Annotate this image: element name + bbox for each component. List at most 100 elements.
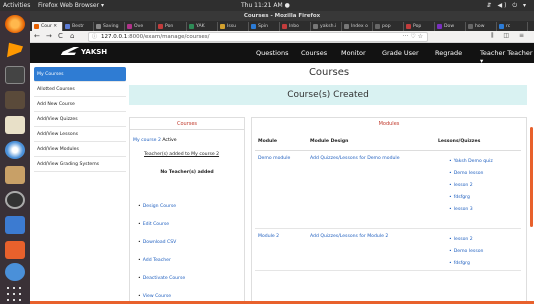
design-course-link[interactable]: Design Course — [138, 204, 176, 209]
browser-tab[interactable]: Index o — [342, 22, 373, 31]
info-icon[interactable]: ⓘ — [92, 33, 97, 41]
tab-label: Dow — [444, 24, 455, 29]
browser-tab[interactable]: yaksh.i — [311, 22, 342, 31]
add-teacher-link[interactable]: Add Teacher — [138, 258, 171, 263]
site-logo[interactable]: YAKSH — [63, 47, 107, 56]
module-link[interactable]: Demo module — [258, 156, 290, 161]
nav-regrade[interactable]: Regrade — [435, 49, 462, 57]
reload-button[interactable]: C — [58, 32, 63, 40]
course-name-link[interactable]: My course 2 — [133, 138, 161, 143]
tab-label: pop — [382, 24, 391, 29]
nav-courses[interactable]: Courses — [301, 49, 327, 57]
browser-tab[interactable]: YAK — [187, 22, 218, 31]
browser-tab[interactable]: Spin — [249, 22, 280, 31]
tab-label: Pop — [413, 24, 422, 29]
tab-label: yaksh.i — [320, 24, 337, 29]
tab-favicon-icon — [158, 24, 163, 29]
sidebar-item-allotted-courses[interactable]: Allotted Courses — [34, 82, 126, 97]
nav-monitor[interactable]: Monitor — [341, 49, 366, 57]
lesson-item[interactable]: fdsfgrg — [449, 258, 518, 270]
tab-label: Pon — [165, 24, 174, 29]
show-apps-icon[interactable] — [5, 285, 25, 303]
browser-tab[interactable]: Issu — [218, 22, 249, 31]
module-link[interactable]: Module 2 — [258, 234, 279, 239]
navigation-toolbar: ← → C ⌂ ⓘ 127.0.0.1:8000/exam/manage/cou… — [30, 31, 534, 43]
writer-icon[interactable] — [5, 216, 25, 234]
sidebar-item-modules[interactable]: Add/View Modules — [34, 142, 126, 157]
browser-tab[interactable]: Dow — [435, 22, 466, 31]
tab-label: Saving — [103, 24, 119, 29]
activities-button[interactable]: Activities — [3, 0, 30, 11]
url-bar[interactable]: ⓘ 127.0.0.1:8000/exam/manage/courses/ ··… — [88, 32, 428, 42]
courses-heading: Courses — [130, 118, 244, 130]
brand-name: YAKSH — [81, 48, 108, 56]
home-button[interactable]: ⌂ — [70, 32, 74, 40]
lesson-item[interactable]: fdsfgrg — [449, 192, 518, 204]
firefox-window: Courses - Mozilla Firefox Cour ✕ Bestr Sav… — [30, 11, 534, 304]
created-banner: Course(s) Created — [129, 85, 527, 105]
lesson-item[interactable]: Demo lesson — [449, 168, 518, 180]
launcher-dock — [0, 11, 30, 304]
download-csv-link[interactable]: Download CSV — [138, 240, 177, 245]
view-course-link[interactable]: View Course — [138, 294, 171, 299]
back-button[interactable]: ← — [34, 32, 40, 40]
sidebar-item-quizzes[interactable]: Add/View Quizzes — [34, 112, 126, 127]
url-actions[interactable]: ··· ♡ ☆ — [403, 33, 423, 41]
toolbar-right-icons[interactable]: ⫼ ◫ ≡ — [491, 32, 528, 40]
tab-label: Ove — [134, 24, 144, 29]
window-title: Courses - Mozilla Firefox — [30, 11, 534, 21]
col-module-design: Module Design — [307, 134, 435, 151]
video-icon[interactable] — [5, 91, 25, 109]
table-row: Demo module Add Quizzes/Lessons for Demo… — [255, 150, 521, 229]
lesson-item[interactable]: Demo lesson — [449, 246, 518, 258]
browser-tab[interactable]: Cour ✕ — [32, 22, 63, 31]
sidebar: My Courses Allotted Courses Add New Cour… — [34, 67, 126, 172]
browser-tab[interactable]: Saving — [94, 22, 125, 31]
camera-icon[interactable] — [5, 191, 25, 209]
module-design-link[interactable]: Add Quizzes/Lessons for Module 2 — [310, 234, 388, 239]
table-row: Module 2 Add Quizzes/Lessons for Module … — [255, 228, 521, 271]
vertical-scrollbar[interactable] — [530, 127, 533, 227]
sidebar-item-add-course[interactable]: Add New Course — [34, 97, 126, 112]
sidebar-item-lessons[interactable]: Add/View Lessons — [34, 127, 126, 142]
forward-button[interactable]: → — [46, 32, 52, 40]
system-top-bar: Activities Firefox Web Browser ▾ Thu 11:… — [0, 0, 534, 11]
lesson-item[interactable]: Yaksh Demo quiz — [449, 156, 518, 168]
terminal-icon[interactable] — [5, 66, 25, 84]
browser-icon[interactable] — [5, 141, 25, 159]
courses-panel: Courses My course 2 Active Teacher(s) ad… — [129, 117, 245, 304]
browser-tab[interactable]: Ove — [125, 22, 156, 31]
module-design-link[interactable]: Add Quizzes/Lessons for Demo module — [310, 156, 400, 161]
browser-tab[interactable]: Inbo — [280, 22, 311, 31]
nav-questions[interactable]: Questions — [256, 49, 288, 57]
sublime-icon[interactable] — [7, 42, 23, 58]
browser-tab[interactable]: pop — [373, 22, 404, 31]
clock[interactable]: Thu 11:21 AM ● — [241, 0, 290, 11]
browser-tab[interactable]: Bestr — [63, 22, 94, 31]
deactivate-course-link[interactable]: Deactivate Course — [138, 276, 185, 281]
browser-tab[interactable]: Pon — [156, 22, 187, 31]
lesson-item[interactable]: lesson 2 — [449, 234, 518, 246]
browser-tab[interactable]: how — [466, 22, 497, 31]
software-center-icon[interactable] — [5, 241, 25, 259]
tab-favicon-icon — [406, 24, 411, 29]
app-menu[interactable]: Firefox Web Browser ▾ — [38, 0, 104, 11]
sidebar-item-my-courses[interactable]: My Courses — [34, 67, 126, 82]
editor-icon[interactable] — [5, 116, 25, 134]
firefox-icon[interactable] — [5, 15, 25, 33]
tab-favicon-icon — [127, 24, 132, 29]
files-icon[interactable] — [5, 166, 25, 184]
tab-label: Spin — [258, 24, 269, 29]
lesson-item[interactable]: lesson 2 — [449, 180, 518, 192]
tab-label: rc — [506, 24, 511, 29]
tab-favicon-icon — [468, 24, 473, 29]
browser-tab[interactable]: rc — [497, 22, 528, 31]
help-icon[interactable] — [5, 263, 25, 281]
lesson-item[interactable]: lesson 3 — [449, 204, 518, 216]
browser-tab[interactable]: Pop — [404, 22, 435, 31]
nav-grade-user[interactable]: Grade User — [382, 49, 419, 57]
system-tray[interactable]: ⇵ ◀) ⏻ ▾ — [487, 0, 528, 11]
sidebar-item-grading-systems[interactable]: Add/View Grading Systems — [34, 157, 126, 172]
page-title: Courses — [308, 67, 350, 78]
edit-course-link[interactable]: Edit Course — [138, 222, 169, 227]
